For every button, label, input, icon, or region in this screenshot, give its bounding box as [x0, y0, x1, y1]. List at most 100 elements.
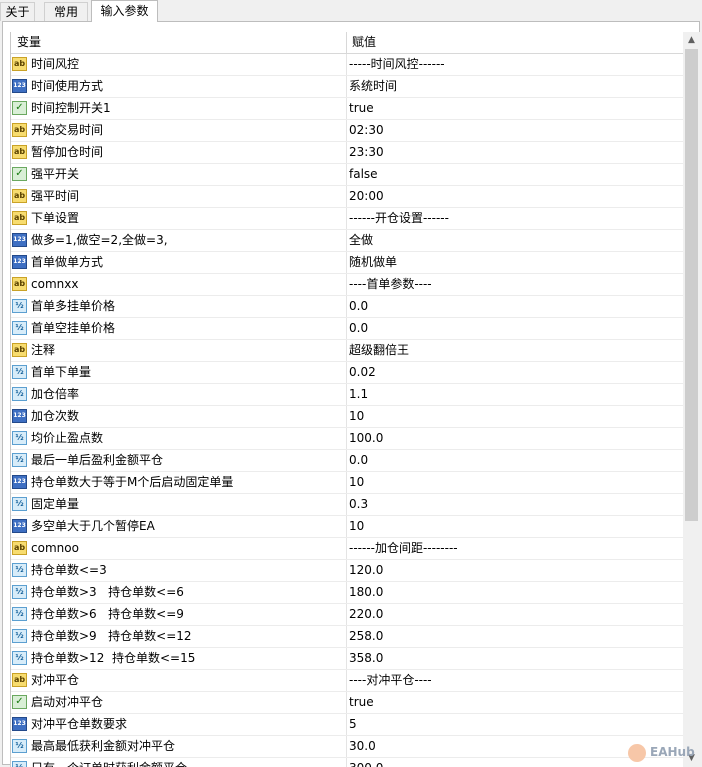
parameter-name: 固定单量 [31, 497, 80, 511]
parameter-row[interactable]: 123 持仓单数大于等于M个后启动固定单量 10 [11, 472, 683, 494]
parameter-row[interactable]: ½ 持仓单数>6 持仓单数<=9 220.0 [11, 604, 683, 626]
parameter-row[interactable]: ab 暂停加仓时间 23:30 [11, 142, 683, 164]
vertical-scrollbar[interactable]: ▲ ▼ [683, 32, 700, 767]
parameter-value[interactable]: 系统时间 [349, 76, 679, 96]
parameter-value[interactable]: 全做 [349, 230, 679, 250]
parameter-row[interactable]: 123 时间使用方式 系统时间 [11, 76, 683, 98]
parameter-row[interactable]: 123 对冲平仓单数要求 5 [11, 714, 683, 736]
parameter-value[interactable]: false [349, 164, 679, 184]
eahub-logo-icon [628, 743, 646, 762]
parameter-row[interactable]: ½ 持仓单数>3 持仓单数<=6 180.0 [11, 582, 683, 604]
column-divider [346, 274, 347, 295]
tab-input-params[interactable]: 输入参数 [91, 0, 158, 22]
parameter-value[interactable]: 0.3 [349, 494, 679, 514]
parameter-value[interactable]: ------加仓间距-------- [349, 538, 679, 558]
parameter-value[interactable]: 100.0 [349, 428, 679, 448]
parameter-value[interactable]: 超级翻倍王 [349, 340, 679, 360]
parameter-row[interactable]: ab 开始交易时间 02:30 [11, 120, 683, 142]
parameter-value[interactable]: 0.02 [349, 362, 679, 382]
column-divider [346, 296, 347, 317]
parameter-row[interactable]: ab comnxx ----首单参数---- [11, 274, 683, 296]
column-divider [346, 670, 347, 691]
parameter-row[interactable]: 123 多空单大于几个暂停EA 10 [11, 516, 683, 538]
parameter-name: 对冲平仓单数要求 [31, 717, 128, 731]
type-123-icon: 123 [12, 717, 27, 731]
type-ab-icon: ab [12, 145, 27, 159]
parameter-name: 持仓单数>6 持仓单数<=9 [31, 607, 184, 621]
parameter-name: 时间使用方式 [31, 79, 104, 93]
parameter-name: 持仓单数大于等于M个后启动固定单量 [31, 475, 234, 489]
parameter-row[interactable]: ab 时间风控 -----时间风控------ [11, 54, 683, 76]
parameter-row[interactable]: ½ 首单多挂单价格 0.0 [11, 296, 683, 318]
parameter-value[interactable]: 180.0 [349, 582, 679, 602]
type-v2-icon: ½ [12, 585, 27, 599]
parameter-row[interactable]: ab 对冲平仓 ----对冲平仓---- [11, 670, 683, 692]
parameter-row[interactable]: ½ 固定单量 0.3 [11, 494, 683, 516]
parameter-row[interactable]: ½ 最后一单后盈利金额平仓 0.0 [11, 450, 683, 472]
parameter-row[interactable]: ½ 首单空挂单价格 0.0 [11, 318, 683, 340]
tab-about[interactable]: 关于 [0, 2, 35, 21]
parameter-rows: ab 时间风控 -----时间风控------ 123 时间使用方式 系统时间 ✓ 时间控制开… [11, 54, 683, 767]
parameter-value[interactable]: 10 [349, 472, 679, 492]
type-123-icon: 123 [12, 475, 27, 489]
column-divider [346, 538, 347, 559]
parameter-value[interactable]: 随机做单 [349, 252, 679, 272]
watermark: EAHub [628, 741, 695, 763]
parameter-row[interactable]: 123 加仓次数 10 [11, 406, 683, 428]
column-divider[interactable] [346, 32, 347, 53]
parameter-value[interactable]: 23:30 [349, 142, 679, 162]
scrollbar-thumb[interactable] [685, 49, 698, 521]
parameter-value[interactable]: 10 [349, 406, 679, 426]
parameter-row[interactable]: ½ 持仓单数>9 持仓单数<=12 258.0 [11, 626, 683, 648]
parameter-value[interactable]: 220.0 [349, 604, 679, 624]
parameter-row[interactable]: ½ 加仓倍率 1.1 [11, 384, 683, 406]
parameter-value[interactable]: 1.1 [349, 384, 679, 404]
parameter-row[interactable]: ½ 持仓单数>12 持仓单数<=15 358.0 [11, 648, 683, 670]
parameter-value[interactable]: ----首单参数---- [349, 274, 679, 294]
parameter-row[interactable]: ab comnoo ------加仓间距-------- [11, 538, 683, 560]
type-ab-icon: ab [12, 57, 27, 71]
column-header-value[interactable]: 赋值 [352, 32, 376, 53]
parameter-row[interactable]: 123 首单做单方式 随机做单 [11, 252, 683, 274]
parameter-value[interactable]: -----时间风控------ [349, 54, 679, 74]
parameter-row[interactable]: ½ 持仓单数<=3 120.0 [11, 560, 683, 582]
parameter-row[interactable]: ✓ 强平开关 false [11, 164, 683, 186]
type-v2-icon: ½ [12, 453, 27, 467]
parameter-name: 只有一个订单时获利金额平仓 [31, 758, 345, 767]
parameter-value[interactable]: 120.0 [349, 560, 679, 580]
parameter-row[interactable]: ✓ 时间控制开关1 true [11, 98, 683, 120]
parameter-row[interactable]: ab 注释 超级翻倍王 [11, 340, 683, 362]
parameter-value[interactable]: 02:30 [349, 120, 679, 140]
parameter-value[interactable]: 358.0 [349, 648, 679, 668]
parameter-value[interactable]: ------开仓设置------ [349, 208, 679, 228]
parameter-value[interactable]: 0.0 [349, 450, 679, 470]
scroll-up-arrow-icon[interactable]: ▲ [683, 32, 700, 49]
parameter-value[interactable]: true [349, 692, 679, 712]
parameter-name: 加仓次数 [31, 409, 80, 423]
parameter-row[interactable]: ½ 最高最低获利金额对冲平仓 30.0 [11, 736, 683, 758]
parameter-value[interactable]: ----对冲平仓---- [349, 670, 679, 690]
parameter-value[interactable]: 0.0 [349, 296, 679, 316]
type-123-icon: 123 [12, 519, 27, 533]
parameter-row[interactable]: ½只有一个订单时获利金额平仓300.0 [11, 758, 683, 767]
parameter-value[interactable]: 258.0 [349, 626, 679, 646]
parameter-name: 持仓单数>12 持仓单数<=15 [31, 651, 196, 665]
column-header-variable[interactable]: 变量 [17, 32, 41, 53]
parameter-value[interactable]: 0.0 [349, 318, 679, 338]
parameter-row[interactable]: ½ 首单下单量 0.02 [11, 362, 683, 384]
parameter-value[interactable]: 5 [349, 714, 679, 734]
parameter-value[interactable]: 20:00 [349, 186, 679, 206]
parameter-value[interactable]: 10 [349, 516, 679, 536]
type-v2-icon: ½ [12, 629, 27, 643]
parameter-name: 持仓单数>3 持仓单数<=6 [31, 585, 184, 599]
parameter-value[interactable]: true [349, 98, 679, 118]
parameter-row[interactable]: ✓ 启动对冲平仓 true [11, 692, 683, 714]
parameter-row[interactable]: ½ 均价止盈点数 100.0 [11, 428, 683, 450]
column-divider [346, 208, 347, 229]
column-divider [346, 560, 347, 581]
parameter-row[interactable]: ab 强平时间 20:00 [11, 186, 683, 208]
tab-common[interactable]: 常用 [44, 2, 88, 21]
parameter-row[interactable]: 123 做多=1,做空=2,全做=3, 全做 [11, 230, 683, 252]
type-123-icon: 123 [12, 79, 27, 93]
parameter-row[interactable]: ab 下单设置 ------开仓设置------ [11, 208, 683, 230]
